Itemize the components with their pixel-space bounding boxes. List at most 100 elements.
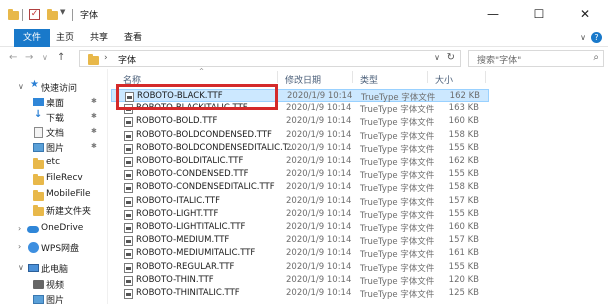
title-bar: ✓ ▼ 字体 — ☐ ✕ — [0, 0, 608, 29]
file-row[interactable]: ROBOTO-LIGHTITALIC.TTF 2020/1/9 10:14 True… — [111, 221, 489, 234]
recent-locations-button[interactable]: ∨ — [42, 53, 48, 62]
file-type: TrueType 字体文件 — [360, 144, 435, 155]
file-name: ROBOTO-BOLDCONDENSED.TTF — [136, 129, 272, 140]
file-size: 157 KB — [448, 235, 479, 246]
refresh-icon[interactable]: ↻ — [447, 52, 455, 63]
file-row[interactable]: ROBOTO-CONDENSED.TTF 2020/1/9 10:14 TrueTy… — [111, 168, 489, 181]
tab-home[interactable]: 主页 — [52, 29, 78, 47]
nav-item-pictures-pc[interactable]: 图片 — [0, 292, 108, 304]
nav-item-label: 下载 — [46, 114, 65, 124]
ribbon-tabs: 文件 主页 共享 查看 ∨ ? — [0, 29, 608, 47]
file-name: ROBOTO-THINITALIC.TTF — [136, 288, 240, 298]
file-size: 163 KB — [448, 103, 479, 114]
help-icon[interactable]: ? — [591, 32, 602, 43]
nav-item-onedrive[interactable]: › OneDrive — [0, 222, 108, 237]
file-row[interactable]: ROBOTO-LIGHT.TTF 2020/1/9 10:14 TrueType 字… — [111, 208, 489, 221]
file-row[interactable]: ROBOTO-MEDIUM.TTF 2020/1/9 10:14 TrueType … — [111, 234, 489, 247]
file-row[interactable]: ROBOTO-ITALIC.TTF 2020/1/9 10:14 TrueType … — [111, 195, 489, 208]
file-date: 2020/1/9 10:14 — [286, 142, 352, 153]
column-header-size[interactable]: 大小 — [435, 73, 453, 89]
file-date: 2020/1/9 10:14 — [286, 169, 352, 180]
column-header-type[interactable]: 类型 — [360, 73, 378, 89]
document-icon — [34, 127, 43, 138]
file-row[interactable]: ROBOTO-BOLD.TTF 2020/1/9 10:14 TrueType 字体… — [111, 115, 489, 128]
column-divider[interactable] — [485, 71, 486, 83]
address-dropdown-icon[interactable]: ∨ — [434, 53, 440, 62]
nav-item-quick-access[interactable]: ∨ ★ 快速访问 — [0, 80, 108, 95]
folder-icon — [8, 9, 19, 20]
nav-item-this-pc[interactable]: ∨ 此电脑 — [0, 261, 108, 276]
pin-icon[interactable]: ✱ — [91, 97, 97, 105]
expand-icon[interactable]: ∨ — [18, 263, 24, 272]
font-file-icon — [124, 170, 133, 181]
file-row[interactable]: ROBOTO-BOLDITALIC.TTF 2020/1/9 10:14 TrueT… — [111, 155, 489, 168]
nav-item-filerecv[interactable]: FileRecv — [0, 172, 108, 187]
nav-item-label: 快速访问 — [41, 84, 78, 94]
back-button[interactable]: ← — [9, 52, 17, 63]
pin-icon[interactable]: ✱ — [91, 127, 97, 135]
file-row[interactable]: ROBOTO-MEDIUMITALIC.TTF 2020/1/9 10:14 Tru… — [111, 247, 489, 260]
vertical-scrollbar[interactable] — [602, 69, 608, 304]
file-name: ROBOTO-LIGHTITALIC.TTF — [136, 222, 246, 232]
nav-item-label: FileRecv — [46, 173, 83, 183]
file-name: ROBOTO-THIN.TTF — [136, 274, 214, 285]
expand-icon[interactable]: ∨ — [18, 82, 24, 91]
desktop-icon — [33, 98, 44, 106]
file-name: ROBOTO-BOLDCONDENSEDITALIC.T... — [136, 142, 296, 153]
address-bar[interactable]: › 字体 ∨ ↻ — [79, 50, 461, 67]
search-input[interactable]: 搜索"字体" ⌕ — [468, 50, 604, 67]
picture-icon — [33, 295, 44, 304]
nav-item-documents[interactable]: 文档 ✱ — [0, 125, 108, 140]
file-row[interactable]: ROBOTO-THIN.TTF 2020/1/9 10:14 TrueType 字体… — [111, 274, 489, 287]
nav-item-etc[interactable]: etc — [0, 156, 108, 171]
breadcrumb-current[interactable]: 字体 — [118, 53, 136, 66]
file-date: 2020/1/9 10:14 — [286, 103, 352, 114]
nav-item-wps-cloud[interactable]: › WPS网盘 — [0, 240, 108, 255]
nav-item-downloads[interactable]: ↓ 下载 ✱ — [0, 110, 108, 125]
nav-item-pictures[interactable]: 图片 ✱ — [0, 140, 108, 155]
nav-item-label: 新建文件夹 — [46, 207, 92, 217]
expand-icon[interactable]: › — [18, 242, 21, 251]
tab-view[interactable]: 查看 — [120, 29, 146, 47]
file-row[interactable]: ROBOTO-BOLDCONDENSED.TTF 2020/1/9 10:14 Tr… — [111, 129, 489, 142]
close-button[interactable]: ✕ — [562, 0, 608, 29]
pin-icon[interactable]: ✱ — [91, 142, 97, 150]
nav-item-new-folder[interactable]: 新建文件夹 — [0, 203, 108, 218]
new-folder-icon[interactable] — [47, 9, 58, 20]
file-type: TrueType 字体文件 — [360, 158, 435, 168]
file-row[interactable]: ROBOTO-CONDENSEDITALIC.TTF 2020/1/9 10:14… — [111, 181, 489, 194]
expand-icon[interactable]: › — [18, 224, 21, 233]
column-divider[interactable] — [277, 71, 278, 83]
maximize-button[interactable]: ☐ — [516, 0, 562, 29]
file-size: 162 KB — [449, 91, 480, 101]
up-button[interactable]: ↑ — [57, 52, 65, 63]
nav-item-label: WPS网盘 — [41, 244, 80, 254]
folder-icon — [33, 205, 44, 216]
column-divider[interactable] — [427, 71, 428, 83]
nav-item-label: 图片 — [46, 144, 65, 154]
column-header-date[interactable]: 修改日期 — [285, 73, 321, 89]
nav-item-mobilefile[interactable]: MobileFile — [0, 188, 108, 203]
wps-cloud-icon — [28, 242, 39, 253]
nav-item-label: MobileFile — [46, 189, 91, 199]
minimize-button[interactable]: — — [470, 0, 516, 29]
nav-item-label: etc — [46, 157, 61, 167]
file-type: TrueType 字体文件 — [360, 184, 435, 195]
nav-item-desktop[interactable]: 桌面 ✱ — [0, 95, 108, 110]
expand-ribbon-icon[interactable]: ∨ — [580, 33, 586, 42]
properties-check-icon[interactable]: ✓ — [29, 9, 40, 20]
tab-file[interactable]: 文件 — [14, 29, 50, 47]
pin-icon[interactable]: ✱ — [91, 112, 97, 120]
file-row[interactable]: ROBOTO-REGULAR.TTF 2020/1/9 10:14 TrueType… — [111, 261, 489, 274]
file-row[interactable]: ROBOTO-THINITALIC.TTF 2020/1/9 10:14 TrueT… — [111, 287, 489, 300]
nav-item-videos[interactable]: 视频 — [0, 277, 108, 292]
file-row[interactable]: ROBOTO-BOLDCONDENSEDITALIC.T... 2020/1/9 … — [111, 142, 489, 155]
forward-button[interactable]: → — [25, 52, 33, 63]
column-divider[interactable] — [352, 71, 353, 83]
customize-quick-access-icon[interactable]: ▼ — [60, 8, 65, 20]
file-name: ROBOTO-BOLDITALIC.TTF — [136, 156, 244, 166]
file-size: 120 KB — [448, 274, 479, 285]
tab-share[interactable]: 共享 — [86, 29, 112, 47]
file-name: ROBOTO-MEDIUMITALIC.TTF — [136, 248, 256, 259]
file-date: 2020/1/9 10:14 — [286, 248, 352, 259]
